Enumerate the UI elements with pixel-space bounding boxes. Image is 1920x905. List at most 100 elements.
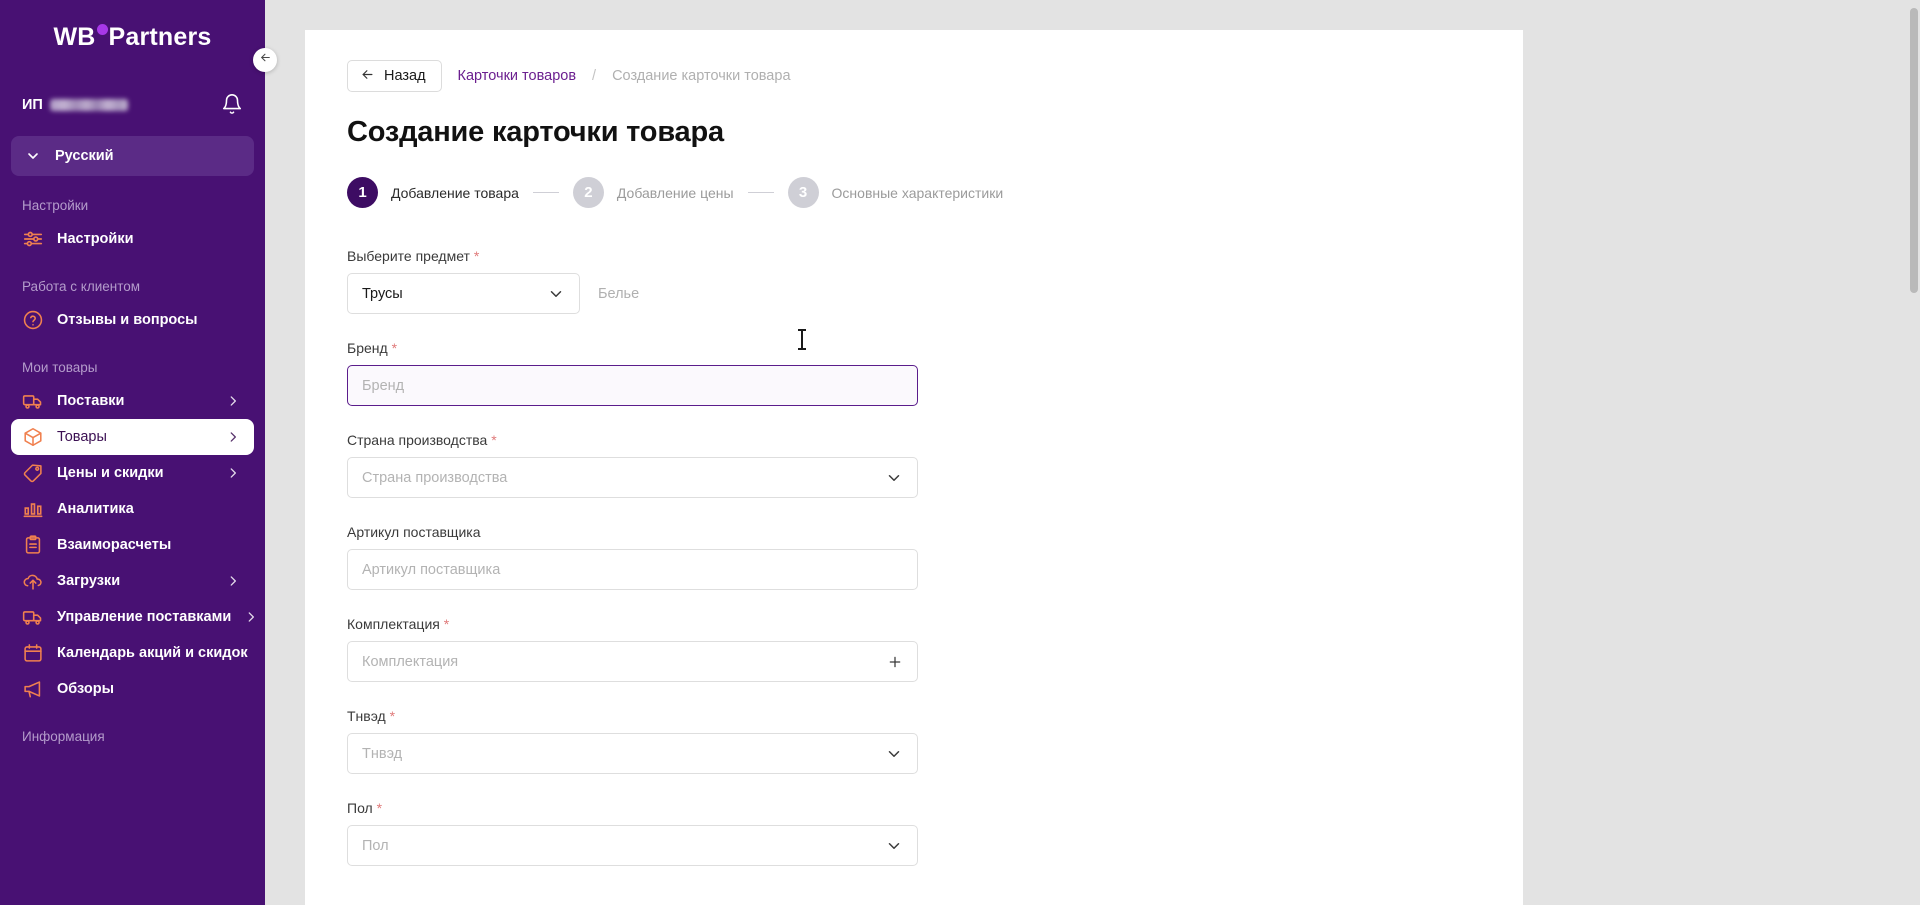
sidebar-item-label: Поставки [57, 393, 125, 409]
logo-text-partners: Partners [108, 22, 212, 51]
field-country: Страна производства * Страна производств… [347, 432, 1481, 498]
plus-icon[interactable] [887, 654, 903, 670]
chevron-right-icon [226, 466, 240, 480]
sidebar-group-title-settings: Настройки [22, 198, 89, 213]
vendor-code-placeholder: Артикул поставщика [362, 561, 501, 578]
chevron-right-icon [226, 574, 240, 588]
main-content: Назад Карточки товаров / Создание карточ… [265, 0, 1920, 905]
step-number: 1 [347, 177, 378, 208]
field-label: Тнвэд * [347, 708, 1481, 724]
required-asterisk: * [376, 800, 383, 816]
vendor-code-input[interactable]: Артикул поставщика [347, 549, 918, 590]
kit-input[interactable]: Комплектация [347, 641, 918, 682]
bell-icon[interactable] [221, 93, 243, 117]
sidebar-item-vzaimoraschety[interactable]: Взаиморасчеты [11, 527, 254, 563]
step-3[interactable]: 3 Основные характеристики [787, 177, 1004, 208]
sidebar-item-nastroyki[interactable]: Настройки [11, 221, 254, 257]
field-label: Комплектация * [347, 616, 1481, 632]
language-label: Русский [55, 148, 114, 164]
sidebar-item-analitika[interactable]: Аналитика [11, 491, 254, 527]
step-label: Добавление цены [616, 184, 734, 201]
cloud-upload-icon [22, 570, 44, 592]
field-label-text: Артикул поставщика [347, 524, 481, 540]
sidebar-item-zagruzki[interactable]: Загрузки [11, 563, 254, 599]
subject-select-value: Трусы [362, 285, 403, 302]
arrow-left-icon [259, 51, 272, 69]
stepper: 1 Добавление товара 2 Добавление цены 3 … [347, 177, 1481, 208]
account-row: ИП [0, 84, 265, 126]
sidebar-item-postavki[interactable]: Поставки [11, 383, 254, 419]
sidebar-item-tseny-i-skidki[interactable]: Цены и скидки [11, 455, 254, 491]
sidebar-item-label: Взаиморасчеты [57, 537, 172, 553]
chevron-right-icon [226, 394, 240, 408]
breadcrumb: Назад Карточки товаров / Создание карточ… [347, 60, 1481, 92]
sliders-icon [22, 228, 44, 250]
app-root: WB Partners ИП Русский Настройки Настрой… [0, 0, 1920, 905]
tnved-select[interactable]: Тнвэд [347, 733, 918, 774]
sidebar-item-label: Товары [57, 429, 107, 445]
sidebar-collapse-button[interactable] [253, 48, 277, 72]
step-2[interactable]: 2 Добавление цены [572, 177, 734, 208]
field-label: Выберите предмет * [347, 248, 1481, 264]
field-label-text: Страна производства [347, 432, 488, 448]
field-label-text: Пол [347, 800, 373, 816]
brand-logo[interactable]: WB Partners [0, 0, 265, 74]
chevron-down-icon [25, 148, 41, 164]
page-title: Создание карточки товара [347, 116, 724, 148]
logo-text-wb: WB [53, 22, 96, 51]
field-subject: Выберите предмет * Трусы Белье [347, 248, 1481, 314]
arrow-left-icon [360, 67, 375, 86]
product-form: Выберите предмет * Трусы Белье Бренд * Б… [347, 248, 1481, 866]
chevron-down-icon [547, 285, 565, 303]
sidebar-item-kalendar-aktsiy[interactable]: Календарь акций и скидок [11, 635, 254, 671]
step-connector [747, 192, 774, 193]
brand-input-placeholder: Бренд [362, 377, 405, 394]
breadcrumb-current: Создание карточки товара [612, 68, 791, 84]
step-number: 3 [787, 177, 819, 208]
chevron-right-icon [226, 430, 240, 444]
required-asterisk: * [391, 340, 398, 356]
sidebar: WB Partners ИП Русский Настройки Настрой… [0, 0, 265, 905]
sidebar-item-obzory[interactable]: Обзоры [11, 671, 254, 707]
sidebar-item-label: Загрузки [57, 573, 121, 589]
field-label-text: Выберите предмет [347, 248, 470, 264]
subject-category-note: Белье [598, 285, 640, 302]
field-kit: Комплектация * Комплектация [347, 616, 1481, 682]
breadcrumb-link-cards[interactable]: Карточки товаров [458, 68, 577, 84]
back-button[interactable]: Назад [347, 60, 442, 92]
field-label-text: Тнвэд [347, 708, 386, 724]
account-name: ИП [22, 97, 128, 113]
language-switcher[interactable]: Русский [11, 136, 254, 176]
sidebar-group-title-goods: Мои товары [22, 360, 98, 375]
brand-input[interactable]: Бренд [347, 365, 918, 406]
back-button-label: Назад [384, 68, 426, 84]
sidebar-item-otzyvy-i-voprosy[interactable]: Отзывы и вопросы [11, 302, 254, 338]
step-1[interactable]: 1 Добавление товара [347, 177, 519, 208]
sidebar-item-label: Управление поставками [57, 609, 232, 625]
breadcrumb-separator: / [592, 68, 597, 84]
calendar-icon [22, 642, 44, 664]
field-gender: Пол * Пол [347, 800, 1481, 866]
sidebar-group-title-client: Работа с клиентом [22, 279, 141, 294]
required-asterisk: * [443, 616, 450, 632]
gender-select-placeholder: Пол [362, 837, 389, 854]
subject-select[interactable]: Трусы [347, 273, 580, 314]
country-select-placeholder: Страна производства [362, 469, 508, 486]
sidebar-item-upravlenie-postavkami[interactable]: Управление поставками [11, 599, 255, 635]
page-scrollbar[interactable] [1910, 8, 1918, 293]
chevron-down-icon [885, 837, 903, 855]
required-asterisk: * [491, 432, 497, 448]
sidebar-item-label: Отзывы и вопросы [57, 312, 198, 328]
megaphone-icon [22, 678, 44, 700]
sidebar-item-tovary[interactable]: Товары [11, 419, 254, 455]
required-asterisk: * [473, 248, 480, 264]
step-label: Основные характеристики [831, 184, 1004, 201]
gender-select[interactable]: Пол [347, 825, 918, 866]
sidebar-item-label: Цены и скидки [57, 465, 164, 481]
field-label: Страна производства * [347, 432, 1481, 448]
box-icon [22, 426, 44, 448]
bar-chart-icon [22, 498, 44, 520]
sidebar-item-label: Настройки [57, 231, 134, 247]
field-label: Артикул поставщика [347, 524, 1481, 540]
country-select[interactable]: Страна производства [347, 457, 918, 498]
